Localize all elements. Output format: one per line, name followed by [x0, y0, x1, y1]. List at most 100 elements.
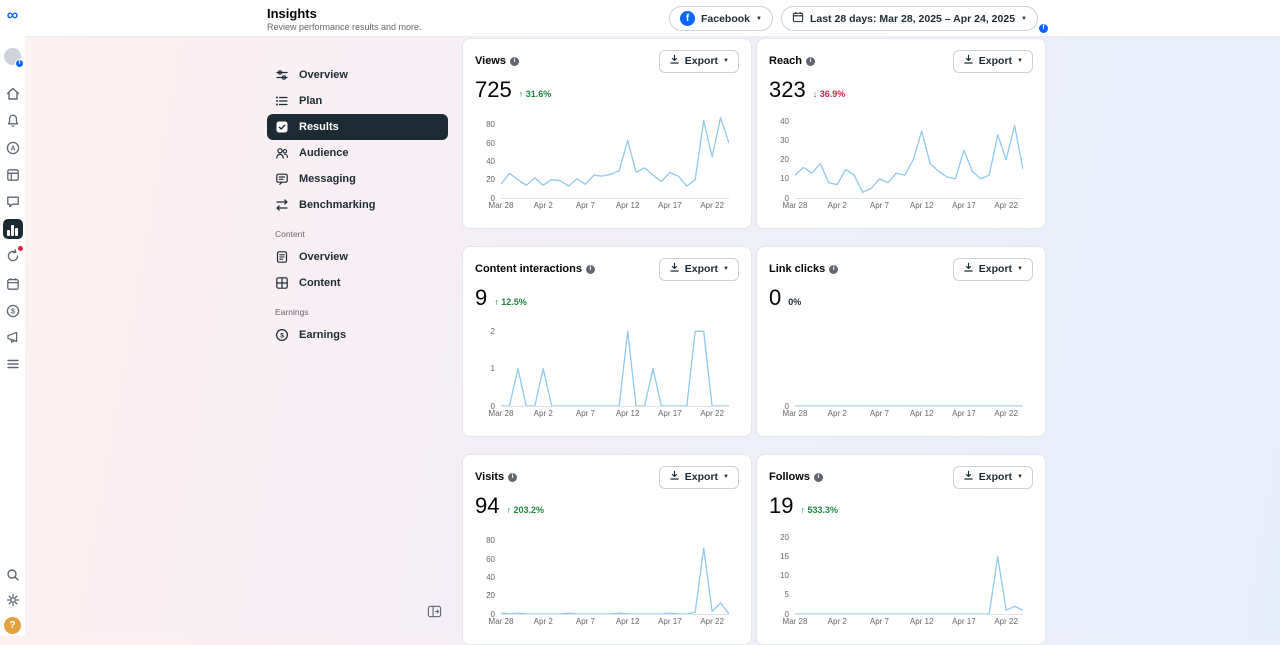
- download-icon: [669, 262, 680, 276]
- metric-delta: ↑ 31.6%: [518, 89, 552, 99]
- notifications-bell-icon[interactable]: [5, 113, 21, 129]
- metric-card: Link clicks i Export ▼ 0 0% 0 Mar 28 Apr …: [756, 246, 1046, 437]
- download-icon: [669, 470, 680, 484]
- sidebar-item-results[interactable]: Results: [267, 114, 448, 140]
- card-title: Follows i: [769, 471, 823, 483]
- page-title: Insights: [267, 6, 317, 21]
- export-button[interactable]: Export ▼: [658, 49, 739, 73]
- plan-list-icon: [275, 94, 289, 108]
- info-icon[interactable]: i: [585, 264, 595, 274]
- inbox-chat-icon[interactable]: [5, 194, 21, 210]
- y-tick-label: 20: [780, 155, 789, 165]
- sidebar-item-messaging[interactable]: Messaging: [267, 166, 448, 192]
- collapse-sidebar-button[interactable]: [427, 604, 442, 619]
- insights-page: { "topbar": { "title": "Insights", "subt…: [0, 0, 1280, 645]
- sidebar-item-label: Plan: [299, 95, 323, 107]
- metric-value: 9: [475, 285, 488, 310]
- monetization-icon[interactable]: $: [5, 303, 21, 319]
- x-tick-label: Apr 12: [909, 201, 934, 210]
- card-title-text: Views: [475, 55, 506, 67]
- sidebar-item-audience[interactable]: Audience: [267, 140, 448, 166]
- meta-logo-icon[interactable]: ∞: [2, 6, 23, 25]
- sidebar-item-content[interactable]: Content: [267, 270, 448, 296]
- x-tick-label: Apr 2: [533, 617, 553, 626]
- line-chart: 0 Mar 28 Apr 2 Apr 7 Apr 12 Apr 17 Apr 22: [769, 321, 1033, 419]
- search-icon[interactable]: [5, 567, 21, 583]
- card-title-text: Visits: [475, 471, 505, 483]
- x-tick-label: Apr 7: [575, 617, 595, 626]
- x-tick-label: Apr 12: [909, 617, 934, 626]
- catalog-grid-icon[interactable]: [5, 167, 21, 183]
- sidebar-item-benchmarking[interactable]: Benchmarking: [267, 192, 448, 218]
- export-button[interactable]: Export ▼: [952, 257, 1033, 281]
- y-tick-label: 30: [780, 136, 789, 146]
- line-chart: 0 20 40 60 80 Mar 28 Apr 2 Apr 7 Apr 12 Apr 17 Ap…: [475, 113, 739, 211]
- export-button[interactable]: Export ▼: [658, 257, 739, 281]
- chart-plot: [795, 529, 1023, 615]
- results-icon: [275, 120, 289, 134]
- ads-manager-icon[interactable]: A: [5, 140, 21, 156]
- content-loop-icon[interactable]: [5, 246, 23, 264]
- metric-value: 323: [769, 77, 806, 102]
- date-range-label: Last 28 days: Mar 28, 2025 – Apr 24, 202…: [809, 12, 1016, 25]
- line-chart: 0 10 20 30 40 Mar 28 Apr 2 Apr 7 Apr 12 Apr 17 Ap…: [769, 113, 1033, 211]
- y-tick-label: 15: [780, 552, 789, 562]
- x-tick-label: Apr 12: [615, 409, 640, 418]
- info-icon[interactable]: i: [813, 472, 823, 482]
- business-profile-avatar[interactable]: f: [4, 48, 24, 68]
- export-label: Export: [978, 55, 1013, 67]
- x-tick-label: Apr 7: [575, 201, 595, 210]
- info-icon[interactable]: i: [508, 472, 518, 482]
- export-button[interactable]: Export ▼: [658, 465, 739, 489]
- facebook-badge-icon: f: [15, 59, 24, 68]
- promotions-megaphone-icon[interactable]: [5, 329, 21, 345]
- x-tick-label: Apr 12: [909, 409, 934, 418]
- sidebar-item-overview[interactable]: Overview: [267, 62, 448, 88]
- info-icon[interactable]: i: [510, 56, 519, 66]
- x-tick-label: Apr 7: [869, 617, 889, 626]
- export-button[interactable]: Export ▼: [952, 465, 1033, 489]
- section-label-earnings: Earnings: [275, 307, 309, 317]
- top-bar: Insights Review performance results and …: [0, 0, 1280, 37]
- sidebar-item-label: Content: [299, 277, 341, 289]
- card-title: Content interactions i: [475, 263, 595, 275]
- chart-plot: [501, 113, 729, 199]
- export-label: Export: [684, 471, 719, 483]
- x-tick-label: Apr 22: [700, 617, 724, 626]
- sidebar-item-plan[interactable]: Plan: [267, 88, 448, 114]
- home-icon[interactable]: [5, 86, 21, 102]
- card-title: Views i: [475, 55, 519, 67]
- all-tools-menu-icon[interactable]: [5, 356, 21, 372]
- planner-icon[interactable]: [5, 276, 21, 292]
- download-icon: [963, 262, 974, 276]
- x-tick-label: Apr 22: [700, 201, 724, 210]
- y-tick-label: 80: [486, 120, 495, 130]
- y-tick-label: 20: [486, 175, 495, 185]
- info-icon[interactable]: i: [806, 56, 816, 66]
- x-tick-label: Apr 12: [615, 617, 640, 626]
- chevron-down-icon: ▼: [1017, 266, 1023, 272]
- export-button[interactable]: Export ▼: [952, 49, 1033, 73]
- date-range-button[interactable]: Last 28 days: Mar 28, 2025 – Apr 24, 202…: [780, 6, 1038, 31]
- svg-text:$: $: [11, 308, 15, 315]
- x-tick-label: Mar 28: [488, 201, 514, 210]
- sidebar-item-label: Messaging: [299, 173, 356, 185]
- chevron-down-icon: ▼: [756, 15, 762, 22]
- x-tick-label: Mar 28: [782, 201, 808, 210]
- line-chart: 0 20 40 60 80 Mar 28 Apr 2 Apr 7 Apr 12 Apr 17 Ap…: [475, 529, 739, 627]
- info-icon[interactable]: i: [829, 264, 839, 274]
- settings-gear-icon[interactable]: [5, 592, 21, 608]
- y-axis-labels: 012: [475, 321, 501, 411]
- sidebar-item-content-overview[interactable]: Overview: [267, 244, 448, 270]
- facebook-selector-label: Facebook: [701, 12, 751, 25]
- y-tick-label: 40: [780, 117, 789, 127]
- help-button[interactable]: ?: [4, 617, 21, 634]
- x-tick-label: Apr 17: [658, 617, 682, 626]
- download-icon: [669, 54, 680, 68]
- insights-icon-selected[interactable]: [2, 219, 23, 239]
- metric-card: Content interactions i Export ▼ 9 ↑ 12.5…: [462, 246, 752, 437]
- sidebar-item-earnings[interactable]: $ Earnings: [267, 322, 448, 348]
- x-tick-label: Apr 2: [827, 201, 847, 210]
- facebook-selector-button[interactable]: f Facebook ▼: [669, 6, 773, 31]
- metric-value: 94: [475, 493, 500, 518]
